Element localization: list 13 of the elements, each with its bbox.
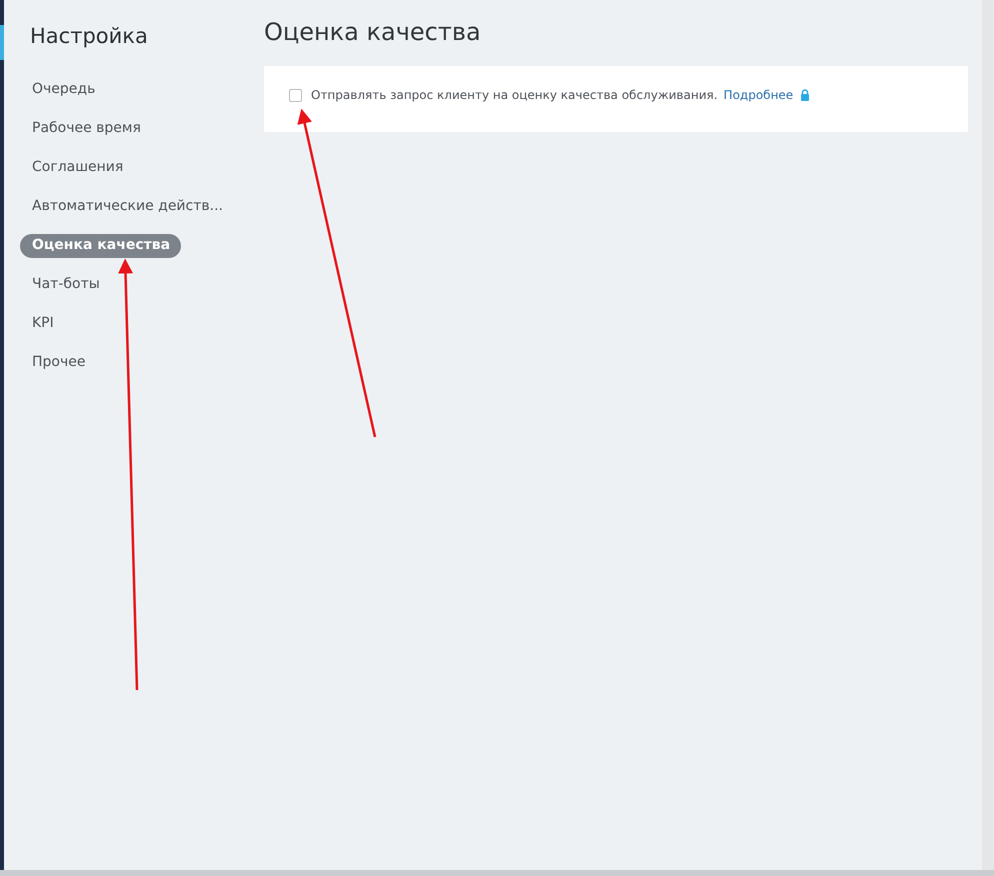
- sidebar-item[interactable]: Чат-боты: [20, 273, 111, 297]
- details-link[interactable]: Подробнее: [724, 88, 794, 102]
- sidebar-item[interactable]: Очередь: [20, 78, 106, 102]
- sidebar-item[interactable]: Прочее: [20, 351, 96, 375]
- sidebar-item[interactable]: Оценка качества: [20, 234, 182, 258]
- option-label: Отправлять запрос клиенту на оценку качества обслуживания.: [311, 88, 718, 102]
- sidebar-title: Настройка: [30, 24, 149, 48]
- sidebar-item[interactable]: KPI: [20, 312, 65, 336]
- sidebar-item[interactable]: Рабочее время: [20, 117, 152, 141]
- sidebar-item[interactable]: Автоматические действ...: [20, 195, 234, 219]
- sidebar-item[interactable]: Соглашения: [20, 156, 134, 180]
- checkbox[interactable]: [289, 88, 302, 102]
- page-title: Оценка качества: [264, 18, 482, 46]
